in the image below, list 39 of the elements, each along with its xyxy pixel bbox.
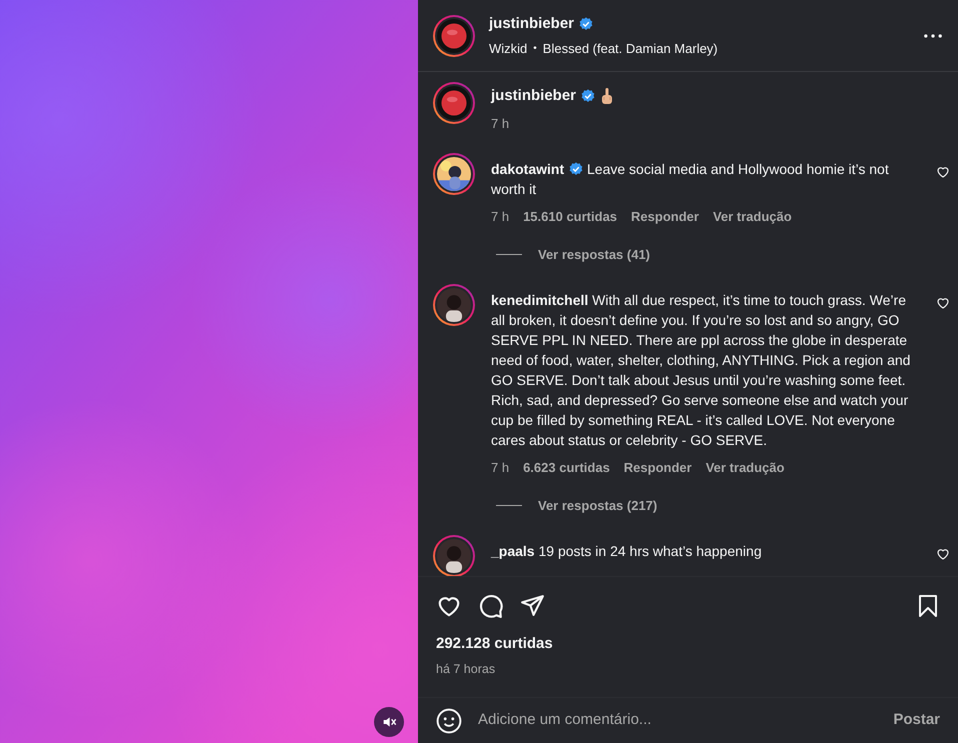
username-link[interactable]: justinbieber [489,13,574,36]
post-button[interactable]: Postar [893,709,940,732]
view-replies-link[interactable]: Ver respostas (217) [538,496,658,515]
avatar[interactable] [433,284,475,326]
like-icon[interactable] [936,165,950,179]
translate-link[interactable]: Ver tradução [706,458,784,478]
timestamp: 7 h [491,459,510,477]
like-icon[interactable] [936,547,950,561]
translate-link[interactable]: Ver tradução [712,207,792,226]
comment-text: kenedimitchell With all due respect, it’s time to touch grass. We’re all broken, it doesn’t define you. If you’re so lost and so angry, GO SERVE PPL IN NEED. There are ppl across the globe in desperate need of food, water, shelter, clothing, ANYTHING. Pick a region and GO SERVE. Don’t talk about Jesus until you’re washing some feet. Rich, sad, and depressed? Go serve someone else and watch your cup be filled by something REAL - it’s called LOVE. Not everyone cares about status or celebrity - GO SERVE. [491,291,912,450]
avatar[interactable] [433,535,475,576]
view-replies-link[interactable]: Ver respostas (41) [538,244,650,264]
hand-icon [600,87,614,106]
comment-text: _paals 19 posts in 24 hrs what’s happening [491,542,763,561]
likes-link[interactable]: 6.623 curtidas [523,458,610,478]
username-link[interactable]: _paals [491,543,535,559]
comment-icon[interactable] [478,592,504,619]
emoji-icon[interactable] [436,708,462,734]
separator: • [533,42,537,56]
audio-track-link[interactable]: Blessed (feat. Damian Marley) [542,38,718,58]
avatar[interactable] [433,82,475,124]
artist-link[interactable]: Wizkid [489,38,528,58]
timestamp: 7 h [491,208,510,226]
like-icon[interactable] [936,296,950,310]
username-link[interactable]: dakotawint [491,161,564,177]
likes-link[interactable]: 15.610 curtidas [523,207,618,226]
username-link[interactable]: justinbieber [491,85,576,108]
post-date: há 7 horas [436,661,496,678]
bookmark-icon[interactable] [916,592,940,619]
avatar[interactable] [433,14,475,56]
timestamp: 7 h [491,114,510,132]
comment-text: dakotawint Leave social media and Hollywood homie it’s not worth it [491,160,890,199]
send-icon[interactable] [520,593,545,618]
avatar[interactable] [433,153,475,195]
reply-link[interactable]: Responder [631,207,699,226]
comment-input[interactable]: Adicione um comentário... [478,709,878,732]
likes-count[interactable]: 292.128 curtidas [436,632,553,656]
username-link[interactable]: kenedimitchell [491,292,588,308]
reply-link[interactable]: Responder [624,458,692,478]
